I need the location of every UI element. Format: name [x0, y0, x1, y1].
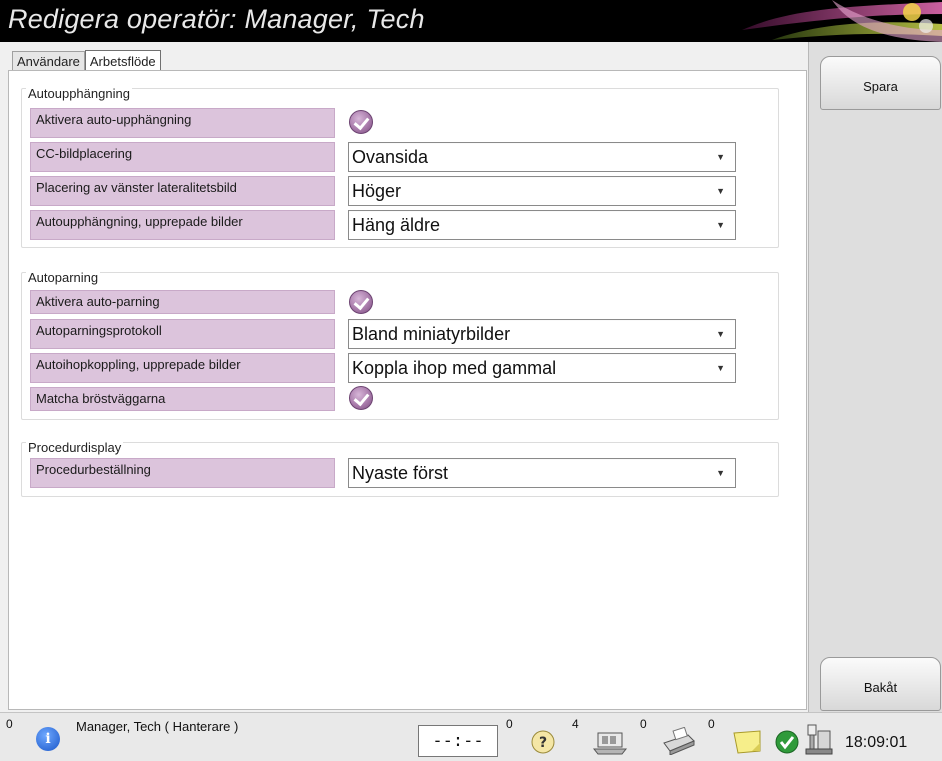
label-repeat-images-pairing: Autoihopkoppling, upprepade bilder [30, 353, 335, 383]
label-enable-autopairing: Aktivera auto-parning [30, 290, 335, 314]
help-count: 0 [506, 717, 513, 731]
window-title: Redigera operatör: Manager, Tech [8, 4, 425, 34]
select-value: Bland miniatyrbilder [352, 324, 511, 344]
select-left-laterality[interactable]: Höger ▼ [348, 176, 736, 206]
checkbox-match-chest-walls[interactable] [349, 386, 373, 410]
clock: 18:09:01 [845, 734, 908, 751]
exposure-timer: --:-- [418, 725, 498, 757]
notes-icon[interactable] [730, 729, 764, 755]
select-repeat-images-pairing[interactable]: Koppla ihop med gammal ▼ [348, 353, 736, 383]
select-repeat-images-hanging[interactable]: Häng äldre ▼ [348, 210, 736, 240]
select-value: Höger [352, 181, 402, 201]
label-cc-placement: CC-bildplacering [30, 142, 335, 172]
label-left-laterality: Placering av vänster lateralitetsbild [30, 176, 335, 206]
settings-panel: Autoupphängning Aktivera auto-upphängnin… [8, 70, 807, 710]
label-match-chest-walls: Matcha bröstväggarna [30, 387, 335, 411]
label-repeat-images-hanging: Autoupphängning, upprepade bilder [30, 210, 335, 240]
select-autopairing-protocol[interactable]: Bland miniatyrbilder ▼ [348, 319, 736, 349]
image-queue-icon[interactable] [592, 727, 628, 755]
group-autohanging: Autoupphängning Aktivera auto-upphängnin… [21, 86, 779, 248]
chevron-down-icon: ▼ [716, 152, 725, 162]
svg-text:?: ? [539, 735, 547, 751]
chevron-down-icon: ▼ [716, 220, 725, 230]
notes-count: 0 [708, 717, 715, 731]
back-button[interactable]: Bakåt [820, 657, 941, 711]
group-title: Procedurdisplay [26, 440, 124, 455]
label-procedure-order: Procedurbeställning [30, 458, 335, 488]
flower-logo [742, 0, 942, 42]
alerts-count: 0 [6, 717, 13, 731]
chevron-down-icon: ▼ [716, 468, 725, 478]
help-icon[interactable]: ? [530, 729, 556, 755]
chevron-down-icon: ▼ [716, 329, 725, 339]
select-value: Koppla ihop med gammal [352, 358, 557, 378]
group-procedure-display: Procedurdisplay Procedurbeställning Nyas… [21, 440, 779, 497]
title-bar: Redigera operatör: Manager, Tech [0, 0, 942, 42]
chevron-down-icon: ▼ [716, 186, 725, 196]
select-value: Häng äldre [352, 215, 441, 235]
tab-workflow[interactable]: Arbetsflöde [84, 50, 161, 72]
queue-count: 4 [572, 717, 579, 731]
checkbox-enable-autopairing[interactable] [349, 290, 373, 314]
info-icon[interactable]: i [36, 727, 60, 751]
action-sidebar: Spara Bakåt [808, 42, 942, 712]
group-title: Autoupphängning [26, 86, 132, 101]
label-autopairing-protocol: Autoparningsprotokoll [30, 319, 335, 349]
checkbox-enable-autohanging[interactable] [349, 110, 373, 134]
group-title: Autoparning [26, 270, 101, 285]
tab-strip: Användare Arbetsflöde [12, 49, 161, 72]
label-enable-autohanging: Aktivera auto-upphängning [30, 108, 335, 138]
select-value: Ovansida [352, 147, 429, 167]
current-user: Manager, Tech ( Hanterare ) [76, 719, 239, 734]
group-autopairing: Autoparning Aktivera auto-parning Autopa… [21, 270, 779, 420]
tab-users[interactable]: Användare [12, 51, 85, 71]
system-icon[interactable] [804, 723, 834, 757]
app-window: Redigera operatör: Manager, Tech Använda… [0, 0, 942, 761]
print-count: 0 [640, 717, 647, 731]
select-value: Nyaste först [352, 463, 449, 483]
printer-icon[interactable] [660, 727, 696, 755]
chevron-down-icon: ▼ [716, 363, 725, 373]
save-button[interactable]: Spara [820, 56, 941, 110]
select-procedure-order[interactable]: Nyaste först ▼ [348, 458, 736, 488]
status-ok-icon[interactable] [774, 729, 800, 755]
status-bar: 0 i Manager, Tech ( Hanterare ) --:-- 0 … [0, 712, 942, 761]
select-cc-placement[interactable]: Ovansida ▼ [348, 142, 736, 172]
